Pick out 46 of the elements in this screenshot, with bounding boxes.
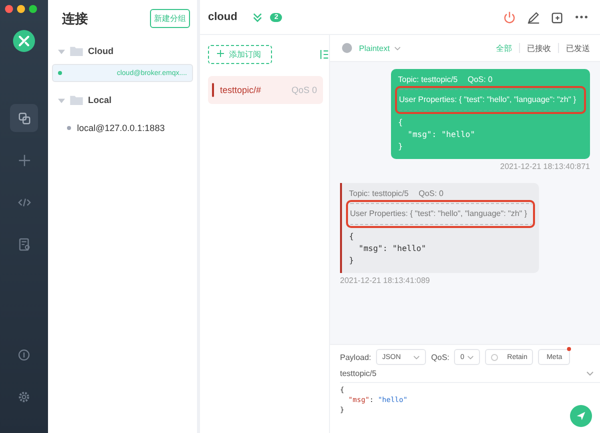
message-topic: Topic: testtopic/5 [398, 75, 458, 84]
chevron-down-icon [586, 371, 594, 376]
app-logo-icon [13, 30, 35, 52]
code-icon [18, 196, 30, 208]
folder-icon [70, 46, 83, 56]
window-close-button[interactable] [5, 5, 13, 13]
folder-icon [70, 95, 83, 105]
message-time: 2021-12-21 18:13:41:089 [340, 276, 430, 285]
connection-item[interactable]: local@127.0.0.1:1883 [52, 113, 193, 143]
send-icon [576, 411, 586, 421]
user-properties: User Properties: { "test": "hello", "language": "zh" } [349, 203, 532, 225]
message-payload: { "msg": "hello" } [398, 117, 476, 153]
windows-icon [18, 112, 30, 124]
chevrons-down-icon[interactable] [252, 12, 264, 22]
window-minimize-button[interactable] [17, 5, 25, 13]
plus-icon [217, 50, 224, 57]
connections-nav-button[interactable] [10, 104, 38, 132]
more-icon[interactable] [575, 15, 588, 19]
subscription-item[interactable]: testtopic/# QoS 0 [208, 76, 323, 104]
message-payload: { "msg": "hello" } [349, 231, 428, 267]
panel-title: 连接 [62, 10, 88, 28]
new-window-icon[interactable] [551, 10, 564, 24]
message-filter-tab[interactable]: 已发送 [566, 42, 590, 54]
message-qos: QoS: 0 [418, 189, 444, 198]
window-zoom-button[interactable] [29, 5, 37, 13]
message-qos: QoS: 0 [468, 75, 492, 84]
power-icon[interactable] [503, 10, 516, 24]
chevron-down-icon [413, 354, 420, 360]
message-time: 2021-12-21 18:13:40:871 [500, 162, 590, 171]
message-filter-tab[interactable]: 已接收 [527, 42, 551, 54]
connection-title: cloud [208, 11, 238, 23]
edit-icon[interactable] [527, 10, 540, 24]
payload-label: Payload: [340, 352, 372, 362]
topic-input[interactable]: testtopic/5 [340, 365, 600, 383]
collapse-icon[interactable] [320, 49, 329, 60]
group-row[interactable]: Local [52, 90, 193, 110]
user-properties: User Properties: { "test": "hello", "language": "zh" } [398, 89, 583, 111]
qos-label: QoS: [431, 352, 450, 362]
chevron-down-icon [394, 46, 401, 50]
send-button[interactable] [570, 405, 592, 427]
document-icon [18, 238, 30, 250]
group-row[interactable]: Cloud [52, 41, 193, 61]
plus-icon [18, 154, 30, 166]
chevron-down-icon [467, 354, 474, 360]
message-topic: Topic: testtopic/5 [349, 189, 409, 198]
status-icon [342, 43, 352, 53]
